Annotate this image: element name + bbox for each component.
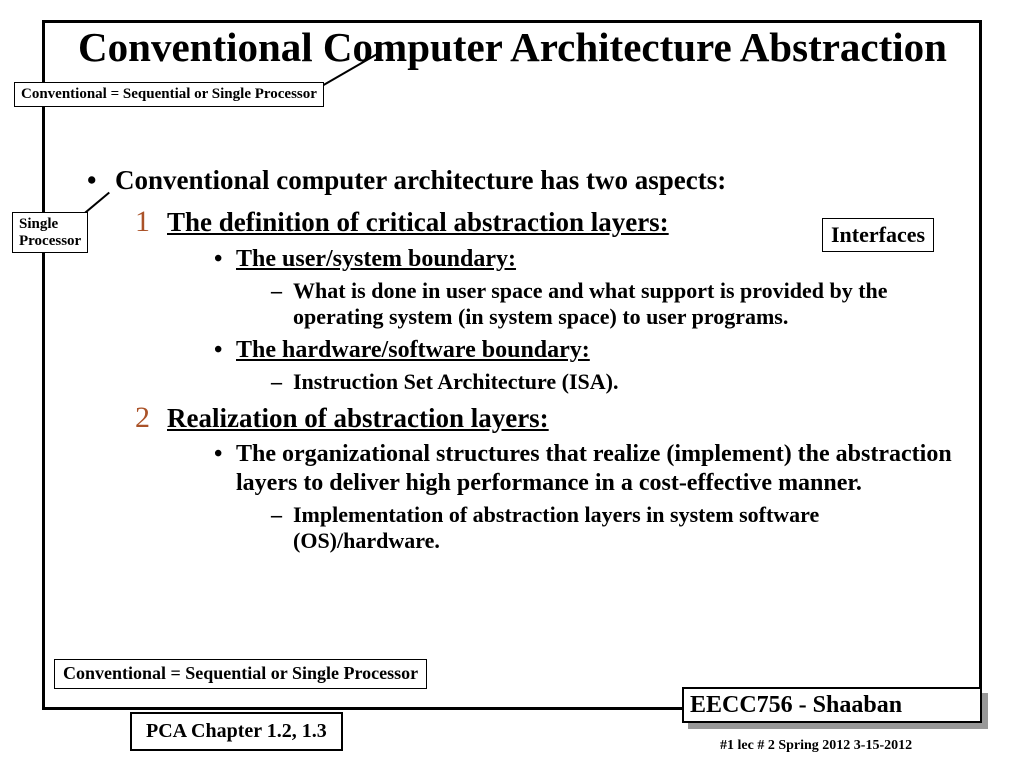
callout-pca-chapter: PCA Chapter 1.2, 1.3 bbox=[130, 712, 343, 751]
callout-conventional-bottom: Conventional = Sequential or Single Proc… bbox=[54, 659, 427, 689]
slide-title: Conventional Computer Architecture Abstr… bbox=[60, 24, 965, 71]
dash-isa: Instruction Set Architecture (ISA). bbox=[265, 369, 965, 395]
sub-bullet-hw-sw: The hardware/software boundary: bbox=[210, 336, 965, 365]
dash-impl: Implementation of abstraction layers in … bbox=[265, 502, 965, 555]
bullet-main: Conventional computer architecture has t… bbox=[75, 164, 965, 196]
dash-user-system: What is done in user space and what supp… bbox=[265, 278, 965, 331]
course-box: EECC756 - Shaaban bbox=[682, 687, 982, 723]
item-number: 2 bbox=[135, 400, 150, 436]
callout-conventional-top: Conventional = Sequential or Single Proc… bbox=[14, 82, 324, 107]
numbered-item-2: 2 Realization of abstraction layers: bbox=[135, 402, 965, 434]
sub-bullet-org: The organizational structures that reali… bbox=[210, 440, 965, 498]
item-heading: The definition of critical abstraction l… bbox=[167, 207, 669, 237]
slide-footer: #1 lec # 2 Spring 2012 3-15-2012 bbox=[720, 738, 912, 754]
item-heading: Realization of abstraction layers: bbox=[167, 403, 549, 433]
item-number: 1 bbox=[135, 204, 150, 240]
callout-single-processor: Single Processor bbox=[12, 212, 88, 253]
callout-interfaces: Interfaces bbox=[822, 218, 934, 252]
